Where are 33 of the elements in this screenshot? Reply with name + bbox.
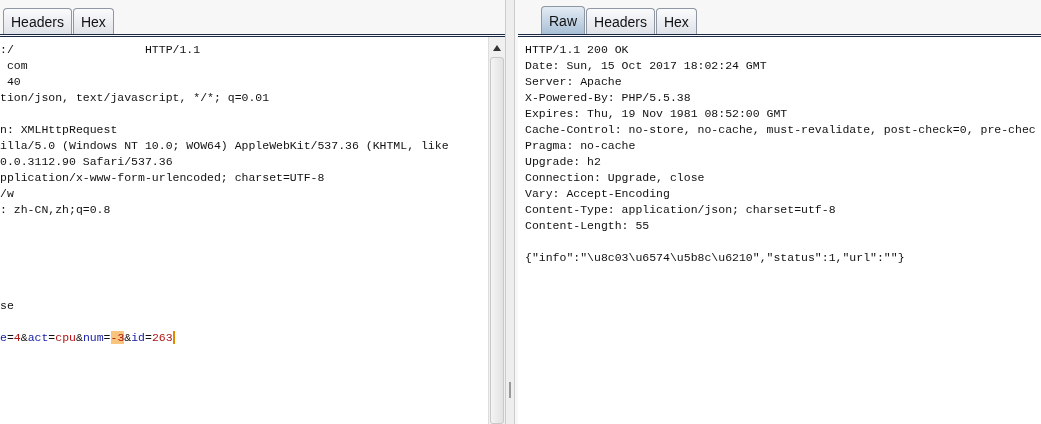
request-line: 40 [5, 74, 22, 90]
request-line: se [0, 298, 15, 314]
request-line: illa/5.0 (Windows NT 10.0; WOW64) AppleWebKit/537.36 (KHTML, like [0, 138, 450, 154]
request-line: n: XMLHttpRequest [0, 122, 119, 138]
request-line: tion/json, text/javascript, */*; q=0.01 [0, 90, 271, 106]
scrollbar[interactable] [488, 37, 505, 424]
splitter-handle[interactable] [505, 0, 515, 424]
request-line: : zh-CN,zh;q=0.8 [0, 202, 112, 218]
scroll-up-icon[interactable] [493, 45, 501, 51]
scrollbar-thumb[interactable] [490, 57, 504, 424]
response-line: Expires: Thu, 19 Nov 1981 08:52:00 GMT [525, 106, 789, 122]
response-line: HTTP/1.1 200 OK [525, 42, 630, 58]
response-line: Upgrade: h2 [525, 154, 602, 170]
request-line: /w [0, 186, 15, 202]
response-line: Content-Length: 55 [525, 218, 651, 234]
tab[interactable]: Headers [586, 8, 655, 34]
tab[interactable]: Headers [3, 8, 72, 34]
request-line: :/ HTTP/1.1 [0, 42, 202, 58]
response-line: X-Powered-By: PHP/5.5.38 [525, 90, 692, 106]
request-line: com [5, 58, 29, 74]
response-line: {"info":"\u8c03\u6574\u5b8c\u6210","status":1,"url":""} [525, 250, 906, 266]
request-line: 0.0.3112.90 Safari/537.36 [0, 154, 174, 170]
response-line: Pragma: no-cache [525, 138, 637, 154]
request-line: pplication/x-www-form-urlencoded; charset=UTF-8 [0, 170, 326, 186]
response-line: Date: Sun, 15 Oct 2017 18:02:24 GMT [525, 58, 768, 74]
response-line: Connection: Upgrade, close [525, 170, 706, 186]
response-line: Cache-Control: no-store, no-cache, must-revalidate, post-check=0, pre-chec [525, 122, 1037, 138]
tab[interactable]: Hex [72, 8, 114, 34]
response-line: Server: Apache [525, 74, 623, 90]
tab[interactable]: Raw [541, 6, 585, 34]
tab[interactable]: Hex [655, 8, 697, 34]
response-line: Vary: Accept-Encoding [525, 186, 671, 202]
response-line: Content-Type: application/json; charset=utf-8 [525, 202, 837, 218]
